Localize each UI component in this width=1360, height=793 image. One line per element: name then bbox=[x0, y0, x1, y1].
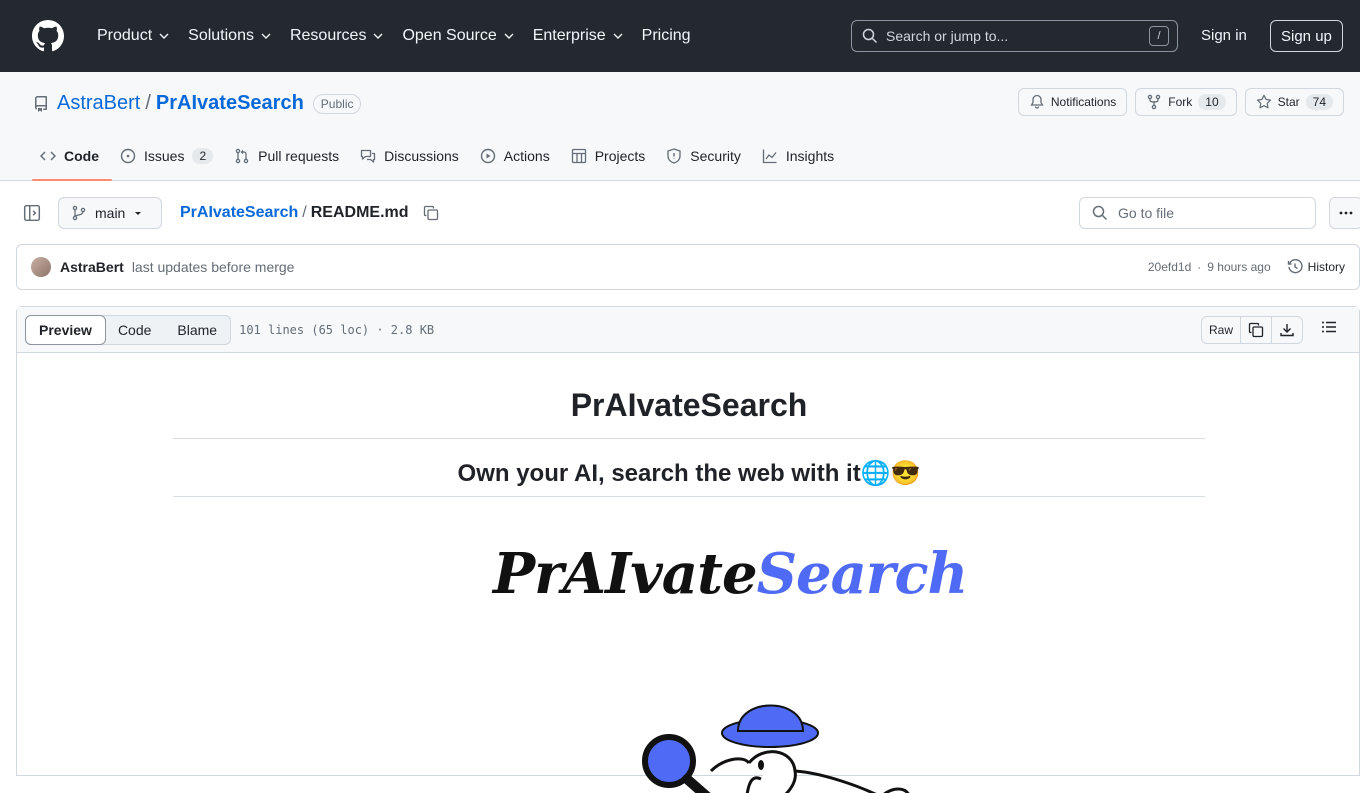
kebab-horizontal-icon bbox=[1339, 211, 1353, 215]
path-separator: / bbox=[302, 204, 307, 221]
copy-icon bbox=[1248, 322, 1264, 337]
repo-owner-link[interactable]: AstraBert bbox=[57, 92, 140, 115]
file-actions: Raw bbox=[1200, 315, 1343, 344]
file-breadcrumb: PrAIvateSearch / README.md bbox=[180, 204, 439, 222]
file-viewer-header: Preview Code Blame 101 lines (65 loc) · … bbox=[17, 307, 1359, 353]
repo-header: AstraBert / PrAIvateSearch Public Notifi… bbox=[0, 72, 1360, 181]
notifications-button[interactable]: Notifications bbox=[1017, 88, 1128, 116]
discussions-icon bbox=[360, 149, 376, 163]
branch-select-button[interactable]: main bbox=[58, 197, 162, 229]
tab-actions[interactable]: Actions bbox=[472, 132, 563, 180]
issues-count: 2 bbox=[192, 148, 214, 164]
repo-icon bbox=[34, 95, 47, 112]
nav-pricing[interactable]: Pricing bbox=[633, 27, 700, 45]
star-icon bbox=[1256, 94, 1271, 109]
sign-up-button[interactable]: Sign up bbox=[1270, 20, 1343, 52]
raw-copy-download-group: Raw bbox=[1200, 315, 1303, 344]
tab-insights[interactable]: Insights bbox=[754, 132, 847, 180]
caret-down-icon bbox=[135, 212, 142, 215]
tab-discussions[interactable]: Discussions bbox=[352, 132, 472, 180]
project-logo-wordmark: PrAIvateSearch bbox=[493, 541, 968, 607]
tab-security[interactable]: Security bbox=[658, 132, 754, 180]
list-unordered-icon bbox=[1322, 321, 1336, 333]
more-options-button[interactable] bbox=[1329, 197, 1360, 229]
sign-in-link[interactable]: Sign in bbox=[1201, 27, 1247, 44]
chevron-down-icon bbox=[261, 33, 271, 39]
raw-button[interactable]: Raw bbox=[1202, 316, 1241, 343]
history-icon bbox=[1287, 259, 1303, 274]
pull-request-icon bbox=[235, 148, 249, 164]
readme-title: PrAIvateSearch bbox=[173, 387, 1205, 439]
avatar[interactable] bbox=[31, 257, 51, 277]
history-button[interactable]: History bbox=[1287, 259, 1345, 275]
fork-count: 10 bbox=[1198, 94, 1226, 110]
search-placeholder: Search or jump to... bbox=[886, 28, 1009, 44]
repo-tabs: Code Issues 2 Pull requests Discussions … bbox=[32, 132, 847, 181]
readme-content: PrAIvateSearch Own your AI, search the w… bbox=[17, 353, 1359, 793]
file-name: README.md bbox=[310, 204, 409, 221]
readme-subtitle: Own your AI, search the web with it🌐😎 bbox=[173, 459, 1205, 497]
meta-dot: · bbox=[1197, 260, 1202, 274]
branch-icon bbox=[72, 205, 86, 221]
chevron-down-icon bbox=[504, 33, 514, 39]
commit-message[interactable]: last updates before merge bbox=[132, 259, 295, 275]
nav-resources[interactable]: Resources bbox=[281, 27, 393, 45]
chevron-down-icon bbox=[159, 33, 169, 39]
nav-solutions[interactable]: Solutions bbox=[179, 27, 281, 45]
github-logo-icon[interactable] bbox=[32, 19, 66, 53]
view-mode-toggle: Preview Code Blame bbox=[25, 314, 232, 345]
tab-projects[interactable]: Projects bbox=[563, 132, 659, 180]
chevron-down-icon bbox=[613, 33, 623, 39]
tab-pull-requests[interactable]: Pull requests bbox=[226, 132, 352, 180]
graph-icon bbox=[762, 149, 777, 164]
chevron-down-icon bbox=[373, 33, 383, 39]
repo-actions: Notifications Fork 10 Star 74 bbox=[1017, 88, 1344, 116]
issue-icon bbox=[120, 148, 136, 164]
code-button[interactable]: Code bbox=[105, 316, 164, 344]
search-icon bbox=[1092, 205, 1108, 221]
latest-commit-bar: AstraBert last updates before merge 20ef… bbox=[16, 244, 1360, 290]
star-button[interactable]: Star 74 bbox=[1244, 88, 1344, 116]
star-count: 74 bbox=[1305, 94, 1333, 110]
sidebar-toggle-icon[interactable] bbox=[23, 204, 41, 227]
global-search-input[interactable]: Search or jump to... / bbox=[851, 20, 1178, 52]
download-button[interactable] bbox=[1272, 317, 1302, 343]
visibility-badge: Public bbox=[312, 93, 362, 114]
nav-product[interactable]: Product bbox=[88, 27, 179, 45]
nav-enterprise[interactable]: Enterprise bbox=[524, 27, 633, 45]
tab-code[interactable]: Code bbox=[32, 132, 112, 181]
outline-button[interactable] bbox=[1315, 319, 1343, 340]
commit-sha-link[interactable]: 20efd1d bbox=[1148, 260, 1191, 274]
copy-raw-button[interactable] bbox=[1241, 316, 1272, 343]
preview-button[interactable]: Preview bbox=[25, 314, 106, 345]
commit-time: 9 hours ago bbox=[1207, 260, 1271, 274]
fork-button[interactable]: Fork 10 bbox=[1135, 88, 1237, 116]
commit-author-link[interactable]: AstraBert bbox=[60, 259, 124, 275]
global-header: Product Solutions Resources Open Source … bbox=[0, 0, 1360, 72]
tab-issues[interactable]: Issues 2 bbox=[112, 132, 226, 180]
code-icon bbox=[40, 151, 56, 161]
repo-crumb-link[interactable]: PrAIvateSearch bbox=[180, 204, 298, 222]
slash-shortcut-key: / bbox=[1149, 26, 1169, 46]
fork-icon bbox=[1148, 94, 1161, 110]
copy-path-icon[interactable] bbox=[423, 205, 439, 221]
blame-button[interactable]: Blame bbox=[164, 316, 230, 344]
table-icon bbox=[571, 148, 586, 164]
nav-open-source[interactable]: Open Source bbox=[393, 27, 523, 45]
file-viewer: Preview Code Blame 101 lines (65 loc) · … bbox=[16, 306, 1360, 793]
repo-name-link[interactable]: PrAIvateSearch bbox=[156, 92, 304, 115]
bell-icon bbox=[1030, 94, 1044, 109]
path-separator: / bbox=[145, 92, 151, 114]
search-icon bbox=[862, 28, 878, 44]
go-to-file-input[interactable]: Go to file bbox=[1079, 197, 1316, 229]
commit-meta: 20efd1d · 9 hours ago History bbox=[1148, 259, 1345, 275]
file-info: 101 lines (65 loc) · 2.8 KB bbox=[239, 322, 435, 337]
duck-detective-logo-icon bbox=[642, 704, 910, 793]
play-icon bbox=[480, 148, 495, 164]
repo-breadcrumb: AstraBert / PrAIvateSearch Public bbox=[33, 92, 362, 115]
download-icon bbox=[1280, 323, 1294, 336]
main-nav: Product Solutions Resources Open Source … bbox=[88, 27, 700, 45]
shield-icon bbox=[667, 148, 681, 164]
